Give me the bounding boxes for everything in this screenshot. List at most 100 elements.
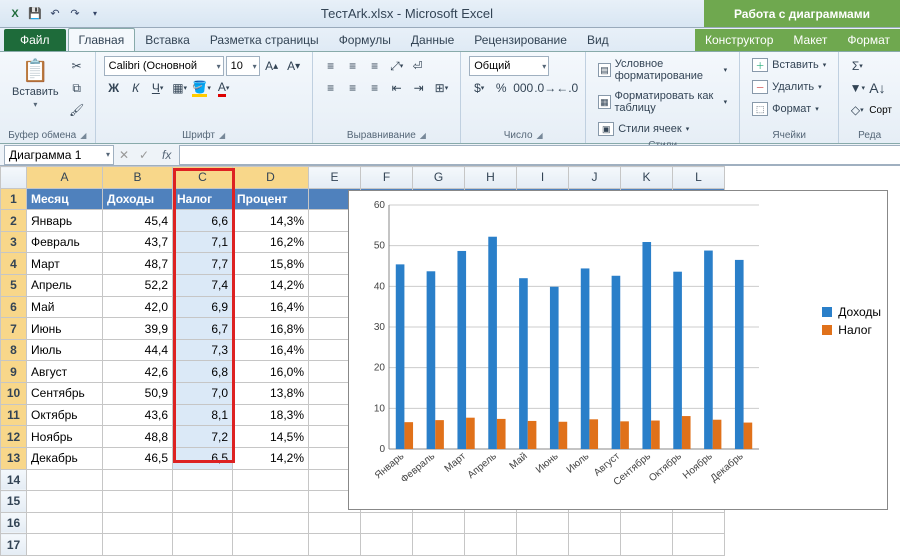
cell-C10[interactable]: 7,0 <box>173 383 233 405</box>
cell-A13[interactable]: Декабрь <box>27 447 103 469</box>
cell-C6[interactable]: 6,9 <box>173 296 233 318</box>
italic-button[interactable]: К <box>126 78 146 98</box>
cell-I17[interactable] <box>517 534 569 556</box>
cell-B3[interactable]: 43,7 <box>103 231 173 253</box>
comma-button[interactable]: 000 <box>513 78 533 98</box>
cell-K17[interactable] <box>621 534 673 556</box>
dialog-launcher-icon[interactable]: ◢ <box>80 131 86 140</box>
tab-file[interactable]: Файл <box>4 29 66 51</box>
cell-A7[interactable]: Июнь <box>27 318 103 340</box>
cell-D10[interactable]: 13,8% <box>233 383 309 405</box>
cell-J16[interactable] <box>569 512 621 534</box>
cell-C5[interactable]: 7,4 <box>173 275 233 297</box>
fill-button[interactable]: ▼▾ <box>847 78 867 98</box>
row-header-2[interactable]: 2 <box>1 210 27 232</box>
row-header-12[interactable]: 12 <box>1 426 27 448</box>
cell-D16[interactable] <box>233 512 309 534</box>
number-format-combo[interactable]: Общий <box>469 56 549 76</box>
cell-A12[interactable]: Ноябрь <box>27 426 103 448</box>
cell-E17[interactable] <box>309 534 361 556</box>
worksheet-area[interactable]: ABCDEFGHIJKL1МесяцДоходыНалогПроцент2Янв… <box>0 166 900 556</box>
undo-icon[interactable]: ↶ <box>46 5 64 23</box>
cell-C15[interactable] <box>173 491 233 513</box>
format-painter-button[interactable]: 🖌 <box>67 100 87 120</box>
tab-data[interactable]: Данные <box>401 29 464 51</box>
border-button[interactable]: ▦▾ <box>170 78 190 98</box>
cell-A15[interactable] <box>27 491 103 513</box>
row-header-8[interactable]: 8 <box>1 339 27 361</box>
cell-D14[interactable] <box>233 469 309 491</box>
format-cells-button[interactable]: ⬚Формат ▾ <box>748 100 823 118</box>
cell-F17[interactable] <box>361 534 413 556</box>
cell-I16[interactable] <box>517 512 569 534</box>
cell-A9[interactable]: Август <box>27 361 103 383</box>
tab-review[interactable]: Рецензирование <box>464 29 577 51</box>
insert-cells-button[interactable]: ＋Вставить ▾ <box>748 56 830 74</box>
row-header-6[interactable]: 6 <box>1 296 27 318</box>
cell-A11[interactable]: Октябрь <box>27 404 103 426</box>
cell-C8[interactable]: 7,3 <box>173 339 233 361</box>
row-header-1[interactable]: 1 <box>1 188 27 210</box>
redo-icon[interactable]: ↷ <box>66 5 84 23</box>
row-header-17[interactable]: 17 <box>1 534 27 556</box>
row-header-16[interactable]: 16 <box>1 512 27 534</box>
cell-D12[interactable]: 14,5% <box>233 426 309 448</box>
cell-B17[interactable] <box>103 534 173 556</box>
dialog-launcher-icon[interactable]: ◢ <box>537 131 543 140</box>
orientation-button[interactable]: ⤢▾ <box>387 56 407 76</box>
col-header-D[interactable]: D <box>233 167 309 189</box>
align-middle-button[interactable]: ≡ <box>343 56 363 76</box>
font-size-combo[interactable]: 10 <box>226 56 260 76</box>
row-header-13[interactable]: 13 <box>1 447 27 469</box>
cell-L16[interactable] <box>673 512 725 534</box>
col-header-L[interactable]: L <box>673 167 725 189</box>
row-header-15[interactable]: 15 <box>1 491 27 513</box>
cell-B7[interactable]: 39,9 <box>103 318 173 340</box>
autosum-button[interactable]: Σ▾ <box>847 56 867 76</box>
cell-A1[interactable]: Месяц <box>27 188 103 210</box>
cell-C7[interactable]: 6,7 <box>173 318 233 340</box>
col-header-A[interactable]: A <box>27 167 103 189</box>
conditional-formatting-button[interactable]: ▤Условное форматирование ▾ <box>594 56 731 84</box>
cell-H16[interactable] <box>465 512 517 534</box>
increase-decimal-button[interactable]: .0→ <box>535 78 555 98</box>
cell-J17[interactable] <box>569 534 621 556</box>
cell-A16[interactable] <box>27 512 103 534</box>
cell-A8[interactable]: Июль <box>27 339 103 361</box>
cell-D11[interactable]: 18,3% <box>233 404 309 426</box>
font-color-button[interactable]: A▾ <box>214 78 234 98</box>
col-header-K[interactable]: K <box>621 167 673 189</box>
underline-button[interactable]: Ч▾ <box>148 78 168 98</box>
name-box[interactable]: Диаграмма 1 <box>4 145 114 165</box>
col-header-B[interactable]: B <box>103 167 173 189</box>
cell-A2[interactable]: Январь <box>27 210 103 232</box>
align-left-button[interactable]: ≡ <box>321 78 341 98</box>
cell-E16[interactable] <box>309 512 361 534</box>
cell-B14[interactable] <box>103 469 173 491</box>
cell-G17[interactable] <box>413 534 465 556</box>
cell-A5[interactable]: Апрель <box>27 275 103 297</box>
cell-C1[interactable]: Налог <box>173 188 233 210</box>
cell-B9[interactable]: 42,6 <box>103 361 173 383</box>
copy-button[interactable]: ⧉ <box>67 78 87 98</box>
cell-D3[interactable]: 16,2% <box>233 231 309 253</box>
cell-C17[interactable] <box>173 534 233 556</box>
row-header-14[interactable]: 14 <box>1 469 27 491</box>
align-right-button[interactable]: ≡ <box>365 78 385 98</box>
cell-C14[interactable] <box>173 469 233 491</box>
col-header-F[interactable]: F <box>361 167 413 189</box>
format-as-table-button[interactable]: ▦Форматировать как таблицу ▾ <box>594 88 731 116</box>
cell-D17[interactable] <box>233 534 309 556</box>
embedded-chart[interactable]: 0102030405060ЯнварьФевральМартАпрельМайИ… <box>348 190 888 510</box>
decrease-indent-button[interactable]: ⇤ <box>387 78 407 98</box>
cancel-formula-button[interactable]: ✕ <box>114 145 134 165</box>
increase-indent-button[interactable]: ⇥ <box>409 78 429 98</box>
tab-chart-layout[interactable]: Макет <box>783 29 837 51</box>
cell-C11[interactable]: 8,1 <box>173 404 233 426</box>
cell-B12[interactable]: 48,8 <box>103 426 173 448</box>
cell-B10[interactable]: 50,9 <box>103 383 173 405</box>
cell-C4[interactable]: 7,7 <box>173 253 233 275</box>
cell-C2[interactable]: 6,6 <box>173 210 233 232</box>
grow-font-button[interactable]: A▴ <box>262 56 282 76</box>
align-top-button[interactable]: ≡ <box>321 56 341 76</box>
